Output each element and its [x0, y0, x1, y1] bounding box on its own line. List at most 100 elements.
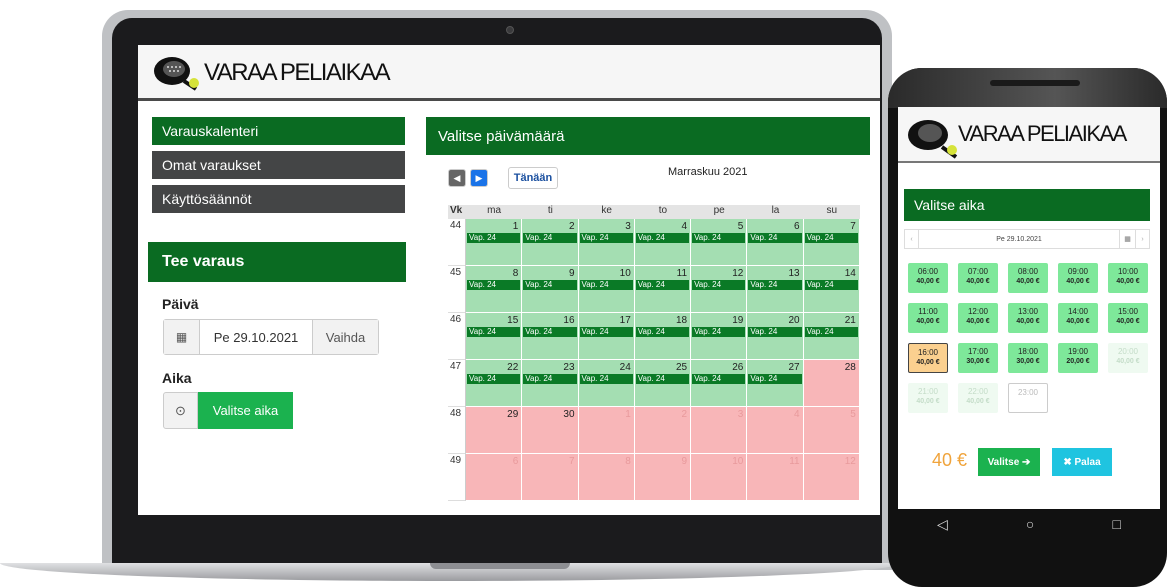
- day-number: 11: [676, 268, 688, 279]
- day-number: 25: [675, 362, 688, 373]
- calendar-icon[interactable]: ▦: [1119, 230, 1135, 248]
- back-nav-icon[interactable]: ◁: [937, 516, 948, 533]
- calendar-day[interactable]: 2 Vap. 24: [522, 219, 579, 266]
- slot-price: 40,00 €: [1066, 278, 1090, 285]
- time-slot[interactable]: 07:00 40,00 €: [958, 263, 998, 293]
- calendar-day[interactable]: 24 Vap. 24: [578, 360, 635, 407]
- choose-time-button[interactable]: Valitse aika: [198, 392, 293, 429]
- calendar-day[interactable]: 13 Vap. 24: [747, 266, 804, 313]
- calendar-day[interactable]: 9 Vap. 24: [522, 266, 579, 313]
- time-slot[interactable]: 16:00 40,00 €: [908, 343, 948, 373]
- calendar-day[interactable]: 16 Vap. 24: [522, 313, 579, 360]
- calendar-day[interactable]: 8 Vap. 24: [466, 266, 523, 313]
- time-slot[interactable]: 14:00 40,00 €: [1058, 303, 1098, 333]
- calendar-header: Valitse päivämäärä: [426, 117, 870, 155]
- weekday-label: la: [771, 205, 780, 216]
- time-slot[interactable]: 11:00 40,00 €: [908, 303, 948, 333]
- nav-kayttosaannot[interactable]: Käyttösäännöt: [152, 185, 405, 213]
- calendar-day[interactable]: 3 Vap. 24: [578, 219, 635, 266]
- time-slot[interactable]: 19:00 20,00 €: [1058, 343, 1098, 373]
- slot-time: 21:00: [917, 387, 939, 396]
- calendar-day[interactable]: 20 Vap. 24: [747, 313, 804, 360]
- calendar-day[interactable]: 26 Vap. 24: [691, 360, 748, 407]
- prev-month-icon[interactable]: ◀: [448, 169, 466, 187]
- prev-day-icon[interactable]: ‹: [905, 230, 919, 248]
- time-slot[interactable]: 13:00 40,00 €: [1008, 303, 1048, 333]
- calendar-day[interactable]: 5 Vap. 24: [691, 219, 748, 266]
- padel-racket-icon: [908, 120, 958, 159]
- slot-price: 40,00 €: [1016, 278, 1040, 285]
- day-number: 14: [844, 268, 856, 279]
- select-button[interactable]: Valitse ➔: [978, 448, 1040, 476]
- change-date-button[interactable]: Vaihda: [312, 320, 378, 354]
- back-button[interactable]: ✖ Palaa: [1052, 448, 1112, 476]
- slot-price: 40,00 €: [1116, 278, 1140, 285]
- slot-time: 20:00: [1117, 347, 1139, 356]
- calendar-week-row: 49 6 7 8 9 10 11 12: [448, 454, 860, 501]
- calendar-day[interactable]: 15 Vap. 24: [466, 313, 523, 360]
- brand-logo[interactable]: VARAA PELIAIKAA: [152, 53, 391, 93]
- calendar-day[interactable]: 7 Vap. 24: [803, 219, 860, 266]
- slot-time: 16:00: [917, 348, 939, 357]
- today-button[interactable]: Tänään: [508, 167, 558, 189]
- day-number: 27: [788, 362, 800, 373]
- calendar-day[interactable]: 10 Vap. 24: [578, 266, 635, 313]
- mobile-date-picker: ‹ Pe 29.10.2021 ▦ ›: [904, 229, 1150, 249]
- clock-icon[interactable]: ⊙: [163, 392, 198, 429]
- recents-nav-icon[interactable]: □: [1112, 516, 1120, 532]
- availability-badge: Vap. 24: [523, 327, 577, 337]
- next-day-icon[interactable]: ›: [1135, 230, 1149, 248]
- day-number: 4: [794, 409, 800, 420]
- time-slot[interactable]: 17:00 30,00 €: [958, 343, 998, 373]
- calendar-day[interactable]: 14 Vap. 24: [803, 266, 860, 313]
- calendar-day[interactable]: 11 Vap. 24: [634, 266, 692, 313]
- time-slot[interactable]: 12:00 40,00 €: [958, 303, 998, 333]
- week-number: 48: [448, 407, 466, 454]
- day-label: Päivä: [162, 296, 199, 312]
- availability-badge: Vap. 24: [523, 374, 577, 384]
- calendar-day[interactable]: 6 Vap. 24: [747, 219, 804, 266]
- nav-omat-varaukset[interactable]: Omat varaukset: [152, 151, 405, 179]
- time-slot[interactable]: 09:00 40,00 €: [1058, 263, 1098, 293]
- calendar-day[interactable]: 18 Vap. 24: [634, 313, 692, 360]
- availability-badge: Vap. 24: [467, 233, 521, 243]
- day-number: 3: [625, 221, 631, 232]
- availability-badge: Vap. 24: [635, 374, 690, 384]
- calendar-day[interactable]: 17 Vap. 24: [578, 313, 635, 360]
- availability-badge: Vap. 24: [692, 233, 746, 243]
- calendar-day: 2: [634, 407, 692, 454]
- time-slot: 21:00 40,00 €: [908, 383, 948, 413]
- calendar-day[interactable]: 21 Vap. 24: [803, 313, 860, 360]
- site-header: VARAA PELIAIKAA: [138, 45, 880, 101]
- mobile-section-title: Valitse aika: [904, 189, 1150, 221]
- slot-time: 08:00: [1017, 267, 1039, 276]
- day-number: 5: [737, 221, 744, 232]
- time-slot[interactable]: 15:00 40,00 €: [1108, 303, 1148, 333]
- calendar-day[interactable]: 22 Vap. 24: [466, 360, 523, 407]
- calendar-day: 28: [803, 360, 860, 407]
- date-field[interactable]: Pe 29.10.2021: [200, 320, 312, 354]
- time-slot[interactable]: 06:00 40,00 €: [908, 263, 948, 293]
- day-number: 15: [507, 315, 519, 326]
- calendar-day[interactable]: 1 Vap. 24: [466, 219, 523, 266]
- availability-badge: Vap. 24: [467, 374, 521, 384]
- availability-badge: Vap. 24: [692, 374, 746, 384]
- day-number: 1: [625, 409, 631, 420]
- calendar-day[interactable]: 23 Vap. 24: [522, 360, 579, 407]
- next-month-icon[interactable]: ▶: [470, 169, 488, 187]
- time-slot[interactable]: 10:00 40,00 €: [1108, 263, 1148, 293]
- calendar-icon[interactable]: ▦: [164, 320, 200, 354]
- slot-time: 14:00: [1067, 307, 1089, 316]
- home-nav-icon[interactable]: ○: [1026, 516, 1034, 532]
- time-slot[interactable]: 08:00 40,00 €: [1008, 263, 1048, 293]
- time-slot[interactable]: 18:00 30,00 €: [1008, 343, 1048, 373]
- calendar-day[interactable]: 12 Vap. 24: [691, 266, 748, 313]
- nav-varauskalenteri[interactable]: Varauskalenteri: [152, 117, 405, 145]
- calendar-day[interactable]: 25 Vap. 24: [634, 360, 692, 407]
- calendar-day[interactable]: 27 Vap. 24: [747, 360, 804, 407]
- calendar-day[interactable]: 19 Vap. 24: [691, 313, 748, 360]
- mobile-date-field[interactable]: Pe 29.10.2021: [919, 230, 1119, 248]
- calendar-day[interactable]: 4 Vap. 24: [634, 219, 692, 266]
- slot-price: 40,00 €: [916, 278, 940, 285]
- mobile-header: VARAA PELIAIKAA: [898, 107, 1160, 163]
